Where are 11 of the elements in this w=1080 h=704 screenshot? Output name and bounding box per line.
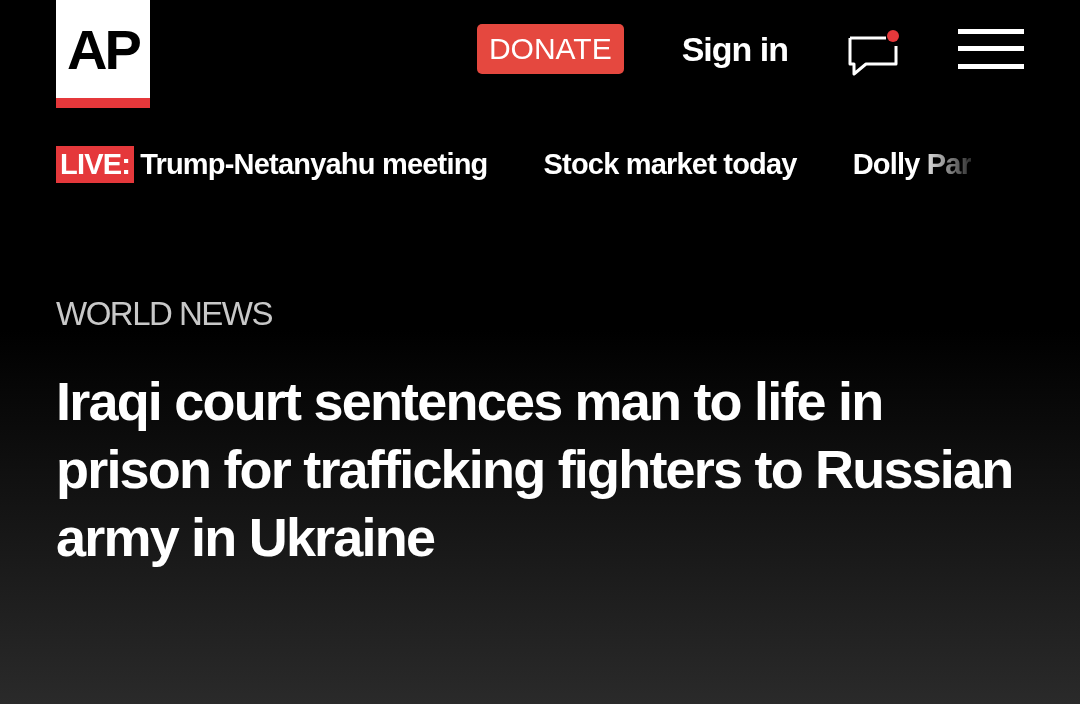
donate-button[interactable]: DONATE	[476, 24, 624, 74]
ap-logo[interactable]: AP	[56, 0, 150, 108]
live-badge: LIVE:	[56, 146, 135, 183]
section-label[interactable]: WORLD NEWS	[56, 295, 1024, 333]
sign-in-link[interactable]: Sign in	[681, 29, 788, 69]
trending-link[interactable]: LIVE: Trump-Netanyahu meeting	[56, 146, 488, 183]
menu-icon[interactable]	[958, 29, 1024, 69]
chat-bubble-icon[interactable]	[846, 28, 902, 76]
trending-link[interactable]: Dolly Par	[852, 146, 972, 183]
headline: Iraqi court sentences man to life in prison for trafficking fighters to Russian army in Ukraine	[56, 370, 1014, 569]
trending-link[interactable]: Stock market today	[543, 146, 797, 183]
